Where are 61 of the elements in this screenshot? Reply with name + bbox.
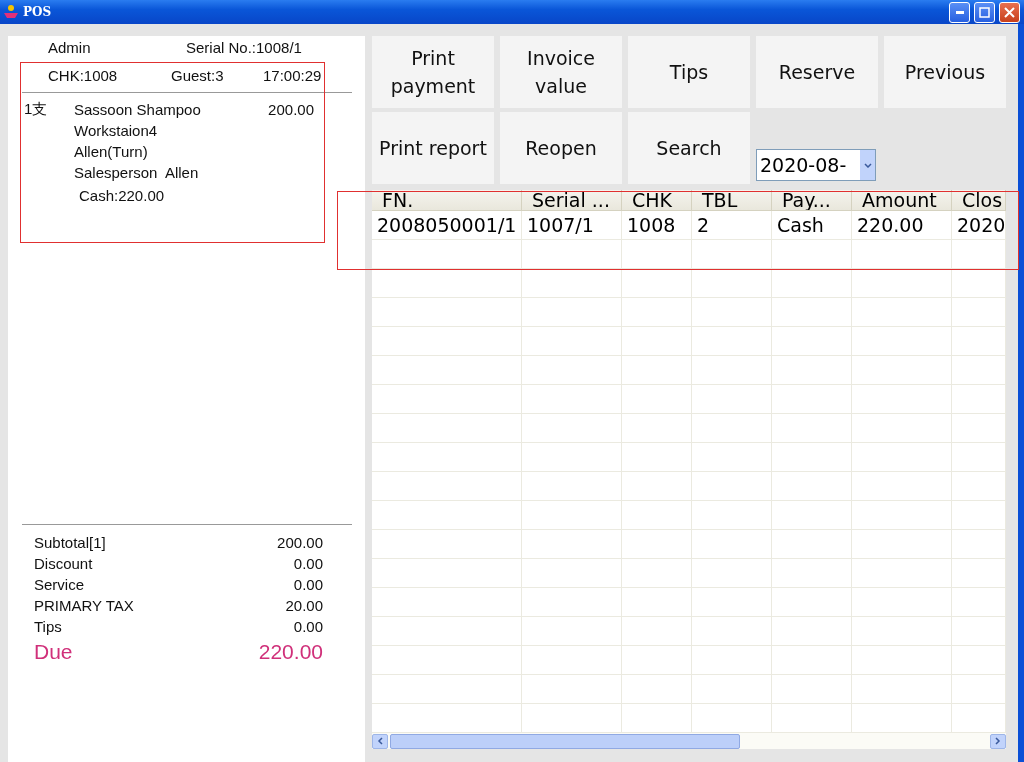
action-button[interactable]: Reserve: [756, 36, 878, 108]
total-value: 0.00: [293, 576, 323, 593]
payment-line: Cash:220.00: [79, 186, 165, 204]
table-cell: 220.00: [852, 211, 952, 239]
scroll-right-button[interactable]: [990, 733, 1006, 749]
serial-number: Serial No.:1008/1: [186, 38, 302, 56]
maximize-icon: [979, 6, 990, 18]
scrollbar-thumb[interactable]: [390, 733, 740, 749]
item-quantity: 1支: [24, 100, 49, 119]
total-label: PRIMARY TAX: [34, 597, 134, 614]
table-cell: 1007/1: [522, 211, 622, 239]
chevron-right-icon: [995, 737, 1001, 745]
horizontal-scrollbar[interactable]: [372, 733, 1006, 749]
close-icon: [1004, 6, 1015, 18]
total-label: Subtotal[1]: [34, 534, 106, 551]
window-title: POS: [23, 5, 53, 19]
column-header[interactable]: CHK: [622, 190, 692, 210]
action-button[interactable]: Print payment: [372, 36, 494, 108]
chevron-down-icon: [863, 162, 872, 168]
action-button[interactable]: Print report: [372, 112, 494, 184]
minimize-icon: [955, 10, 964, 14]
item-name: Sassoon Shampoo: [74, 101, 202, 118]
item-price: 200.00: [267, 101, 314, 118]
column-header[interactable]: Serial ...: [522, 190, 622, 210]
maximize-button[interactable]: [974, 1, 995, 23]
scroll-left-button[interactable]: [372, 733, 388, 749]
item-detail: Salesperson Allen: [74, 164, 199, 181]
table-cell: 1008: [622, 211, 692, 239]
column-header[interactable]: Amount: [852, 190, 952, 210]
app-icon: [3, 4, 19, 20]
item-detail: Workstaion4: [74, 122, 158, 139]
total-label: Discount: [34, 555, 93, 572]
total-value: 200.00: [277, 534, 323, 551]
action-button[interactable]: Search: [628, 112, 750, 184]
column-header[interactable]: Clos: [952, 190, 1006, 210]
total-label: Service: [34, 576, 85, 593]
table-cell: 2008050001/1: [372, 211, 522, 239]
due-label: Due: [34, 640, 73, 664]
close-button[interactable]: [999, 1, 1020, 23]
operator-name: Admin: [48, 38, 92, 56]
guest-count: Guest:3: [171, 66, 225, 84]
action-button[interactable]: Reopen: [500, 112, 622, 184]
column-header[interactable]: FN.: [372, 190, 522, 210]
action-button[interactable]: Invoice value: [500, 36, 622, 108]
chevron-left-icon: [377, 737, 383, 745]
date-select[interactable]: 2020-08-: [756, 149, 876, 181]
check-time: 17:00:29: [263, 66, 322, 84]
total-value: 20.00: [285, 597, 323, 614]
item-detail: Allen(Turn): [74, 143, 148, 160]
minimize-button[interactable]: [949, 1, 970, 23]
table-cell: 2: [692, 211, 772, 239]
action-button[interactable]: Previous: [884, 36, 1006, 108]
action-button[interactable]: Tips: [628, 36, 750, 108]
check-number: CHK:1008: [48, 66, 119, 84]
total-value: 0.00: [293, 555, 323, 572]
due-amount: 220.00: [258, 640, 323, 664]
total-value: 0.00: [293, 618, 323, 635]
table-cell: 2020: [952, 211, 1006, 239]
column-header[interactable]: TBL: [692, 190, 772, 210]
table-cell: Cash: [772, 211, 852, 239]
total-label: Tips: [34, 618, 62, 635]
